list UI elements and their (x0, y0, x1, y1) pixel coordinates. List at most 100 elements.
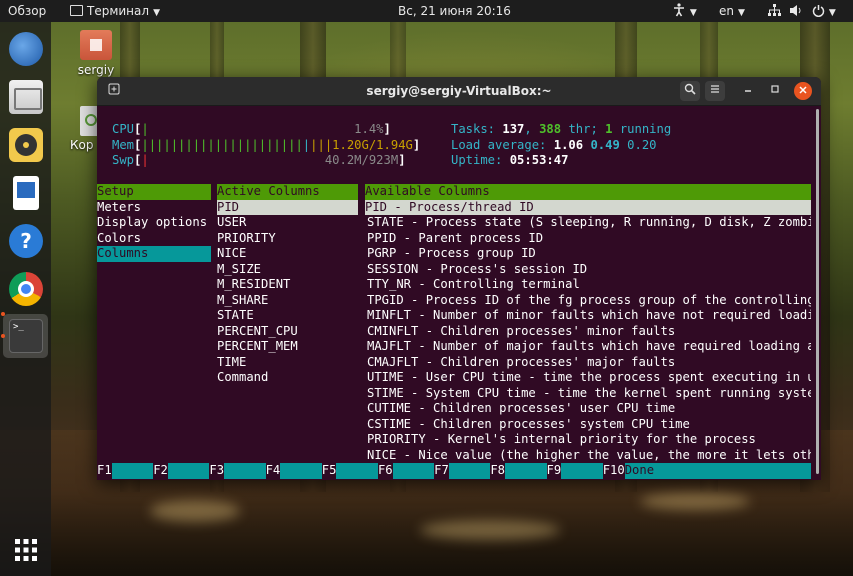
f2-key[interactable]: F2 (153, 463, 168, 479)
volume-icon[interactable] (789, 0, 803, 22)
minimize-button[interactable] (738, 81, 758, 101)
app-menu[interactable]: Терминал ▼ (70, 0, 160, 22)
uptime-value: 05:53:47 (509, 153, 569, 167)
search-icon (684, 83, 696, 95)
active-column-item[interactable]: PERCENT_MEM (217, 339, 298, 355)
clock[interactable]: Вс, 21 июня 20:16 (398, 0, 511, 22)
running-label: running (619, 122, 672, 136)
f5-label[interactable] (336, 463, 378, 479)
terminal-icon[interactable]: >_ (9, 319, 43, 353)
mem-meter: Mem[||||||||||||||||||||||||||1.20G/1.94… (112, 137, 421, 152)
files-icon[interactable] (9, 80, 43, 114)
menu-button[interactable] (705, 81, 725, 101)
available-column-item[interactable]: CSTIME - Children processes' system CPU … (367, 417, 811, 433)
available-column-item[interactable]: STATE - Process state (S sleeping, R run… (367, 215, 811, 231)
available-column-item[interactable]: PRIORITY - Kernel's internal priority fo… (367, 432, 811, 448)
search-button[interactable] (680, 81, 700, 101)
active-column-item[interactable]: USER (217, 215, 246, 231)
available-column-item[interactable]: PPID - Parent process ID (367, 231, 811, 247)
close-button[interactable] (794, 82, 812, 100)
available-column-item[interactable]: MINFLT - Number of minor faults which ha… (367, 308, 811, 324)
caret-down-icon: ▼ (738, 8, 745, 18)
maximize-icon (771, 85, 779, 93)
f8-key[interactable]: F8 (490, 463, 505, 479)
active-column-item[interactable]: Command (217, 370, 268, 386)
f8-label[interactable] (505, 463, 547, 479)
chrome-icon[interactable] (9, 272, 43, 306)
active-column-item[interactable]: PRIORITY (217, 231, 276, 247)
f10-key[interactable]: F10 (603, 463, 625, 479)
available-column-item[interactable]: CUTIME - Children processes' user CPU ti… (367, 401, 811, 417)
active-column-item[interactable]: NICE (217, 246, 246, 262)
available-column-item[interactable]: TTY_NR - Controlling terminal (367, 277, 811, 293)
activities-button[interactable]: Обзор (8, 0, 46, 22)
thunderbird-icon[interactable] (9, 32, 43, 66)
f6-label[interactable] (392, 463, 435, 479)
f1-label[interactable] (111, 463, 154, 479)
mem-value: 1.20G/1.94G (332, 137, 413, 152)
active-column-item[interactable]: STATE (217, 308, 254, 324)
f3-key[interactable]: F3 (209, 463, 224, 479)
hamburger-menu-icon (711, 85, 719, 93)
keyboard-layout-menu[interactable]: en ▼ (719, 0, 745, 22)
available-column-item[interactable]: TPGID - Process ID of the fg process gro… (367, 293, 811, 309)
caret-down-icon: ▼ (689, 8, 697, 18)
active-column-pid[interactable]: PID (217, 199, 358, 215)
maximize-button[interactable] (765, 81, 785, 101)
desktop-trash[interactable]: Кор (66, 106, 102, 152)
swp-meter: Swp[| 40.2M/923M] (112, 153, 406, 167)
available-column-item[interactable]: CMAJFLT - Children processes' major faul… (367, 355, 811, 371)
caret-down-icon: ▼ (828, 8, 836, 18)
f1-key[interactable]: F1 (97, 463, 112, 479)
terminal-scrollbar[interactable] (816, 109, 819, 474)
setup-item-colors[interactable]: Colors (97, 231, 141, 247)
caret-down-icon: ▼ (153, 8, 160, 18)
thr-label: thr; (568, 122, 598, 136)
active-column-item[interactable]: M_SHARE (217, 293, 268, 309)
f5-key[interactable]: F5 (322, 463, 337, 479)
setup-header: Setup (97, 184, 211, 200)
f6-key[interactable]: F6 (378, 463, 393, 479)
active-column-item[interactable]: PERCENT_CPU (217, 324, 298, 340)
available-column-item[interactable]: SESSION - Process's session ID (367, 262, 811, 278)
available-column-item[interactable]: NICE - Nice value (the higher the value,… (367, 448, 811, 464)
tasks-label: Tasks: (451, 122, 496, 136)
setup-item-meters[interactable]: Meters (97, 200, 141, 216)
available-column-item[interactable]: PGRP - Process group ID (367, 246, 811, 262)
power-icon[interactable]: ▼ (812, 0, 836, 22)
available-column-item[interactable]: MAJFLT - Number of major faults which ha… (367, 339, 811, 355)
f9-label[interactable] (561, 463, 603, 479)
help-icon[interactable]: ? (9, 224, 43, 258)
home-folder-icon (80, 30, 112, 60)
f10-done-label[interactable]: Done (624, 463, 811, 479)
active-column-item[interactable]: TIME (217, 355, 246, 371)
writer-document-icon[interactable] (13, 176, 39, 210)
setup-item-columns[interactable]: Columns (97, 246, 211, 262)
app-menu-label: Терминал (87, 4, 150, 18)
uptime-label: Uptime: (451, 153, 503, 167)
available-column-pid[interactable]: PID - Process/thread ID (365, 199, 811, 215)
show-applications-icon[interactable] (14, 538, 38, 562)
swp-value: 40.2M/923M (324, 153, 399, 167)
f7-key[interactable]: F7 (434, 463, 449, 479)
active-column-item[interactable]: M_RESIDENT (217, 277, 290, 293)
available-column-item[interactable]: CMINFLT - Children processes' minor faul… (367, 324, 811, 340)
terminal-content[interactable]: CPU[| 1.4%] Mem[||||||||||||||||||||||||… (97, 105, 821, 480)
f7-label[interactable] (448, 463, 491, 479)
rhythmbox-icon[interactable] (9, 128, 43, 162)
active-column-item[interactable]: M_SIZE (217, 262, 261, 278)
f4-label[interactable] (280, 463, 322, 479)
network-icon[interactable] (768, 0, 781, 22)
titlebar[interactable]: sergiy@sergiy-VirtualBox:~ (97, 77, 821, 106)
accessibility-icon[interactable]: ▼ (672, 0, 697, 22)
f9-key[interactable]: F9 (547, 463, 562, 479)
available-column-item[interactable]: UTIME - User CPU time - time the process… (367, 370, 811, 386)
load-5: 0.49 (590, 137, 620, 152)
f2-label[interactable] (167, 463, 210, 479)
f3-label[interactable] (224, 463, 266, 479)
setup-item-display-options[interactable]: Display options (97, 215, 207, 231)
f4-key[interactable]: F4 (266, 463, 281, 479)
load-15: 0.20 (627, 137, 657, 152)
available-column-item[interactable]: STIME - System CPU time - time the kerne… (367, 386, 811, 402)
desktop-home-folder[interactable]: sergiy (66, 30, 126, 77)
